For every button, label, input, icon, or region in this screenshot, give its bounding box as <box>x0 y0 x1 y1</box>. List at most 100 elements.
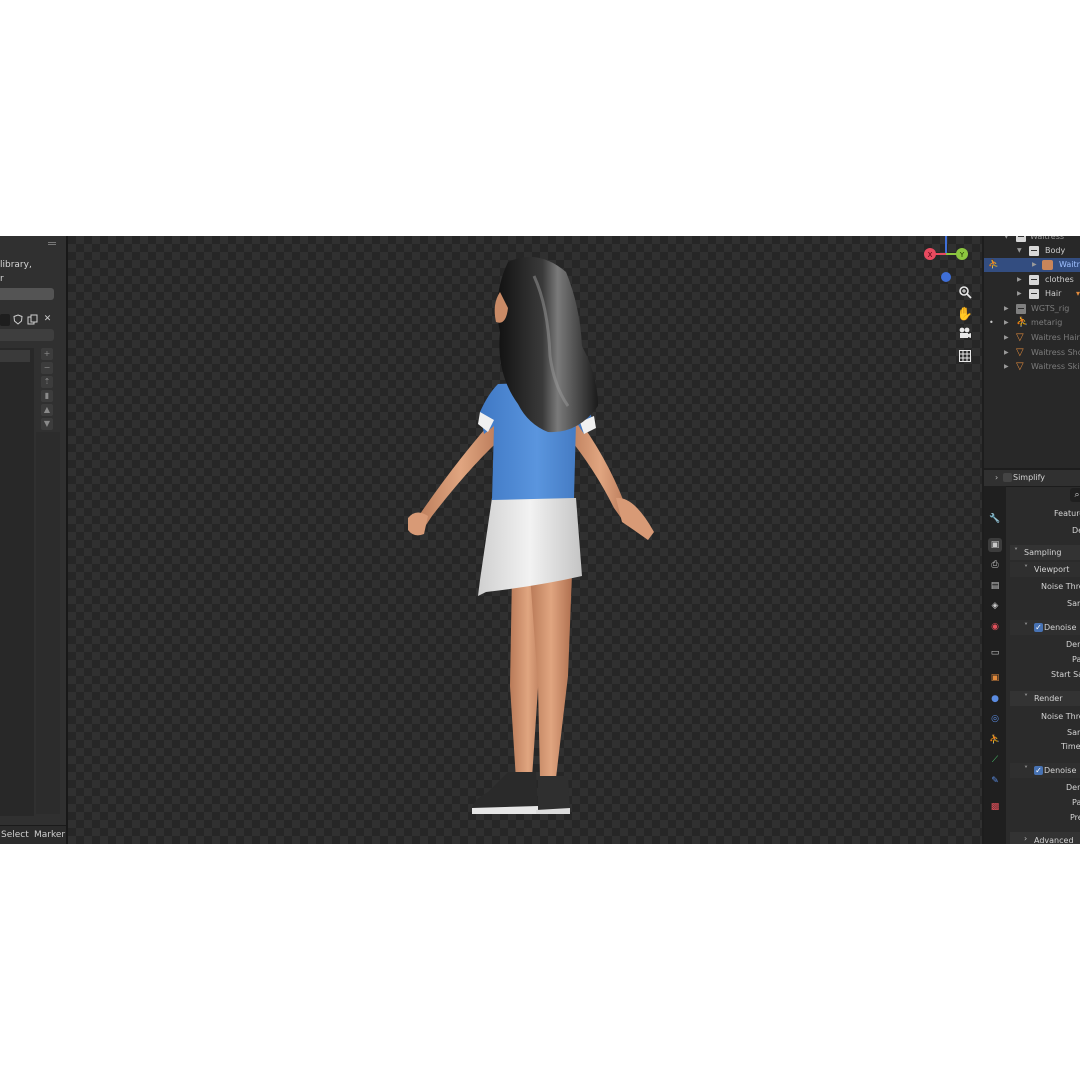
passes-label: Pa <box>1072 655 1080 664</box>
denoise-checkbox[interactable]: ✓ <box>1034 766 1043 775</box>
render-icon[interactable]: ▣ <box>988 538 1002 552</box>
samples-label: Sam <box>1067 599 1080 608</box>
mesh-icon: ▽ <box>1016 332 1024 343</box>
svg-text:Y: Y <box>959 251 965 259</box>
outliner-row-selected[interactable]: ⛹ ▶ Waitr <box>984 258 1080 272</box>
device-label: De <box>1072 526 1080 535</box>
collection-icon <box>1029 275 1039 285</box>
3d-viewport[interactable]: X Y ✋ <box>68 236 982 844</box>
denoise-checkbox[interactable]: ✓ <box>1034 623 1043 632</box>
navigation-gizmo[interactable]: X Y <box>918 236 978 286</box>
specials-button[interactable]: ⇡ <box>41 376 53 388</box>
assign-button[interactable]: ▮ <box>41 390 53 402</box>
outliner[interactable]: ▼ Waitress ▼ Body ⛹ ▶ Waitr ▶ clothes ▶ … <box>984 236 1080 468</box>
pose-icon: ⛹ <box>988 260 1000 270</box>
collection-icon <box>1016 304 1026 314</box>
collection-icon <box>1029 246 1039 256</box>
chevron-down-icon: ˅ <box>1024 693 1028 702</box>
move-up-button[interactable]: ▲ <box>41 404 53 416</box>
view-layer-icon[interactable]: ▤ <box>988 579 1002 593</box>
chevron-down-icon: ˅ <box>1024 564 1028 573</box>
denoiser-label: Den <box>1066 640 1080 649</box>
filter-field[interactable] <box>0 329 54 341</box>
bone-icon[interactable]: ⟋ <box>988 753 1002 767</box>
noise-threshold-label: Noise Thres <box>1041 712 1080 721</box>
texture-icon[interactable]: ▩ <box>988 800 1002 814</box>
chevron-down-icon: ˅ <box>1024 765 1028 774</box>
outliner-row[interactable]: • ▶ ⛹ metarig <box>984 316 1080 330</box>
constraint-icon[interactable]: ✎ <box>988 774 1002 788</box>
move-down-button[interactable]: ▼ <box>41 418 53 430</box>
left-shoe <box>471 772 538 812</box>
properties-tabs: 🔧 ▣ ⎙ ▤ ◈ ◉ ▭ ▣ ● ◎ ⛹ ⟋ ✎ ▩ <box>984 486 1006 844</box>
sampling-panel-header[interactable]: ˅ Sampling <box>1010 545 1080 560</box>
simplify-checkbox[interactable] <box>1003 473 1012 482</box>
advanced-subpanel-header[interactable]: › Advanced <box>1010 832 1080 844</box>
remove-button[interactable]: − <box>41 362 53 374</box>
viewport-subpanel-header[interactable]: ˅ Viewport <box>1010 562 1080 577</box>
right-hand <box>616 497 654 540</box>
render-subpanel-header[interactable]: ˅ Render <box>1010 691 1080 706</box>
denoise-render-subpanel[interactable]: ˅ ✓ Denoise <box>1010 763 1080 778</box>
panel-menu-handle-icon[interactable] <box>48 242 56 243</box>
svg-text:X: X <box>928 251 933 259</box>
output-icon[interactable]: ⎙ <box>988 558 1002 572</box>
outliner-row[interactable]: ▼ Waitress <box>984 236 1080 244</box>
properties-editor[interactable]: › Simplify ▦˅ ⌕ 🔧 ▣ ⎙ ▤ ◈ ◉ ▭ ▣ ● ◎ ⛹ ⟋ … <box>984 470 1080 844</box>
grid-icon[interactable] <box>956 350 974 368</box>
scene-icon[interactable]: ◈ <box>988 599 1002 613</box>
tool-icon[interactable]: 🔧 <box>988 512 1002 526</box>
chevron-right-icon: › <box>995 473 999 482</box>
collection-tab-icon[interactable]: ▭ <box>988 646 1002 660</box>
simplify-label: Simplify <box>1013 473 1046 482</box>
armature-icon <box>1042 260 1053 270</box>
duplicate-icon[interactable] <box>27 314 38 325</box>
simplify-header[interactable]: › Simplify <box>984 470 1080 487</box>
library-path-field[interactable] <box>0 288 54 300</box>
add-button[interactable]: + <box>41 348 53 360</box>
chevron-down-icon: ˅ <box>1024 622 1028 631</box>
blender-window: library, r ✕ + − ⇡ ▮ ▲ ▼ Select Marker X… <box>0 236 1080 844</box>
camera-icon[interactable] <box>956 327 974 345</box>
hand-pan-icon[interactable]: ✋ <box>956 306 974 324</box>
collection-icon <box>1029 289 1039 299</box>
mesh-icon: ▽ <box>1016 361 1024 372</box>
samples-label: Sam <box>1067 728 1080 737</box>
outliner-row[interactable]: ▶ WGTS_rig <box>984 302 1080 316</box>
close-icon[interactable]: ✕ <box>42 314 53 325</box>
library-label-2: r <box>0 274 4 284</box>
outliner-row[interactable]: ▶▽ Waitress Shoe <box>984 346 1080 360</box>
outliner-row[interactable]: ▶ clothes <box>984 273 1080 287</box>
list-item[interactable] <box>0 350 30 362</box>
world-icon[interactable]: ◉ <box>988 620 1002 634</box>
feature-set-label: Feature <box>1054 509 1080 518</box>
asset-list[interactable] <box>0 348 34 816</box>
zoom-icon[interactable] <box>956 285 974 303</box>
outliner-row[interactable]: ▶▽ Waitress Skirt <box>984 360 1080 374</box>
outliner-row[interactable]: ▶ Hair ▾ <box>984 287 1080 301</box>
collection-icon <box>1016 236 1026 242</box>
denoise-viewport-subpanel[interactable]: ˅ ✓ Denoise <box>1010 620 1080 635</box>
chevron-down-icon: ˅ <box>1014 547 1018 556</box>
shield-icon[interactable] <box>12 314 23 325</box>
modifier-icon[interactable]: ● <box>988 692 1002 706</box>
marker-menu[interactable]: Marker <box>34 830 65 840</box>
right-shoe <box>538 776 570 812</box>
start-sample-label: Start Sa <box>1051 670 1080 679</box>
physics-icon[interactable]: ◎ <box>988 712 1002 726</box>
armature-data-icon[interactable]: ⛹ <box>988 733 1002 747</box>
chevron-right-icon: › <box>1024 834 1028 843</box>
asset-browser-panel: library, r ✕ + − ⇡ ▮ ▲ ▼ Select Marker <box>0 236 68 844</box>
select-menu[interactable]: Select <box>1 830 29 840</box>
passes-label: Pa <box>1072 798 1080 807</box>
outliner-row[interactable]: ▼ Body <box>984 244 1080 258</box>
time-limit-label: Time <box>1061 742 1080 751</box>
object-icon[interactable]: ▣ <box>988 671 1002 685</box>
outliner-row[interactable]: ▶ ▽ Waitres Hair l <box>984 331 1080 345</box>
noise-threshold-label: Noise Thres <box>1041 582 1080 591</box>
search-icon[interactable]: ⌕ <box>1070 488 1080 502</box>
color-swatch[interactable] <box>0 314 10 326</box>
list-scroll-area <box>36 432 60 814</box>
character-model <box>408 256 654 814</box>
visibility-dot-icon: • <box>989 318 994 327</box>
